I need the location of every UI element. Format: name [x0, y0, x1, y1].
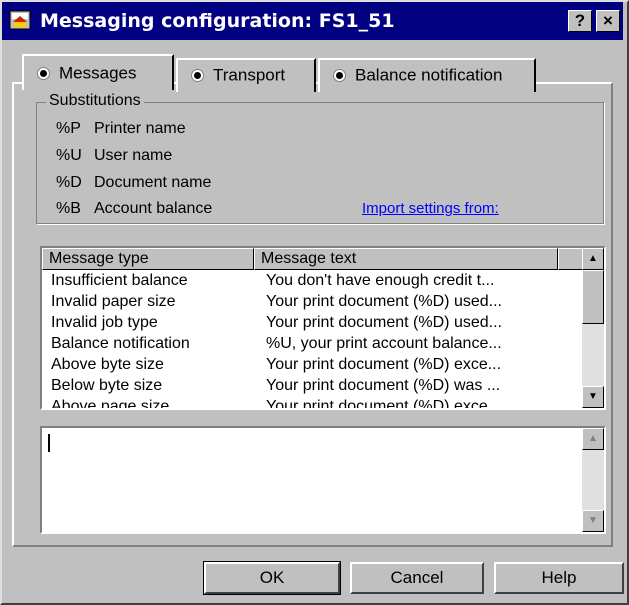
close-button[interactable]: × [596, 10, 620, 32]
window-title: Messaging configuration: FS1_51 [40, 10, 395, 32]
radio-dot-icon [192, 70, 203, 82]
substitution-item: %D Document name [56, 174, 212, 191]
substitution-item: %B Account balance [56, 200, 213, 217]
substitution-item: %U User name [56, 147, 173, 164]
help-title-button[interactable]: ? [568, 10, 592, 32]
table-row[interactable]: Below byte size Your print document (%D) … [42, 375, 582, 396]
table-row[interactable]: Above page size Your print document (%D) … [42, 396, 582, 408]
scroll-down-icon[interactable]: ▼ [582, 386, 604, 408]
scroll-up-icon[interactable]: ▲ [582, 248, 604, 270]
message-list[interactable]: Message type Message text Insufficient b… [40, 246, 606, 410]
cancel-button[interactable]: Cancel [350, 562, 484, 594]
tab-balance-notification[interactable]: Balance notification [318, 58, 536, 92]
table-row[interactable]: Balance notification %U, your print accou… [42, 333, 582, 354]
column-header-message-text[interactable]: Message text [254, 248, 558, 270]
import-settings-link[interactable]: Import settings from: [362, 200, 499, 217]
tab-messages-label: Messages [59, 63, 137, 83]
ok-button[interactable]: OK [203, 561, 341, 595]
substitution-item: %P Printer name [56, 120, 186, 137]
table-row[interactable]: Insufficient balance You don't have enoug… [42, 270, 582, 291]
editor-scrollbar[interactable]: ▲ ▼ [582, 428, 604, 532]
title-bar[interactable]: Messaging configuration: FS1_51 ? × [2, 2, 623, 40]
radio-dot-icon [38, 68, 49, 80]
scroll-down-icon[interactable]: ▼ [582, 510, 604, 532]
column-header-message-type[interactable]: Message type [42, 248, 254, 270]
scroll-up-icon[interactable]: ▲ [582, 428, 604, 450]
message-text-editor[interactable]: ▲ ▼ [40, 426, 606, 534]
help-button[interactable]: Help [494, 562, 624, 594]
tab-transport-label: Transport [213, 65, 286, 85]
app-icon [9, 10, 31, 30]
scroll-thumb[interactable] [582, 270, 604, 324]
table-row[interactable]: Invalid paper size Your print document (%… [42, 291, 582, 312]
column-header-filler [558, 248, 584, 270]
radio-dot-icon [334, 70, 345, 82]
table-row[interactable]: Invalid job type Your print document (%D)… [42, 312, 582, 333]
text-caret [48, 434, 50, 452]
substitutions-legend: Substitutions [46, 92, 144, 110]
table-row[interactable]: Above byte size Your print document (%D) … [42, 354, 582, 375]
list-scrollbar[interactable]: ▲ ▼ [582, 248, 604, 408]
tab-balance-notification-label: Balance notification [355, 65, 503, 85]
tab-transport[interactable]: Transport [176, 58, 316, 92]
